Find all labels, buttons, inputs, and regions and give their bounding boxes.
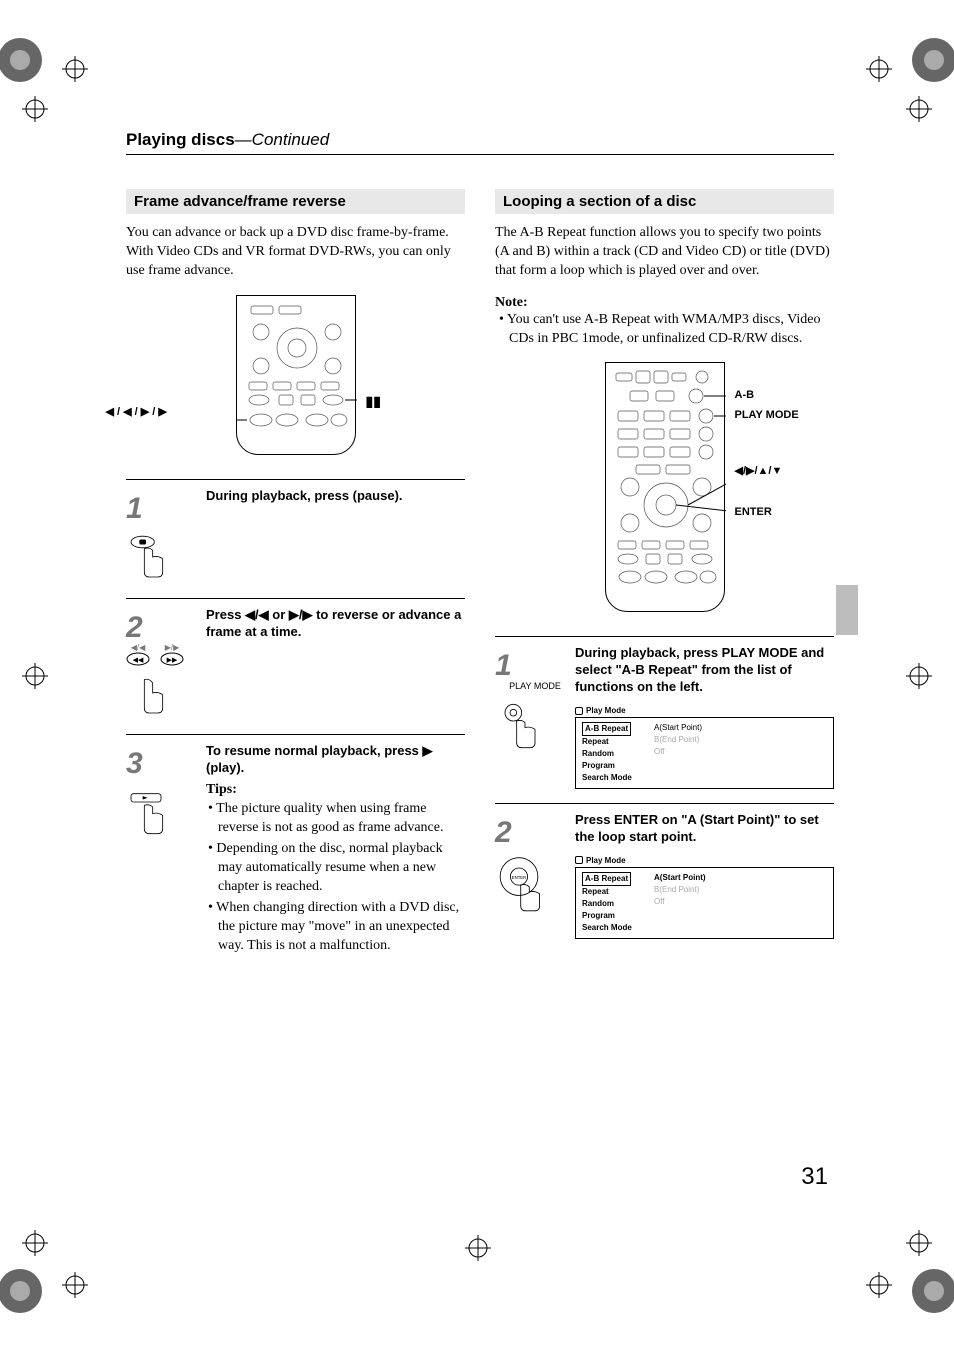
register-mark	[906, 1230, 932, 1256]
step-3: 3 To resume normal playback, press ▶ (pl…	[126, 734, 465, 956]
tips-list: The picture quality when using frame rev…	[206, 800, 465, 955]
tips-label: Tips:	[206, 782, 465, 798]
register-mark	[22, 1230, 48, 1256]
osd-title: Play Mode	[575, 856, 834, 865]
crop-ornament	[0, 30, 50, 90]
section-heading-frame-advance: Frame advance/frame reverse	[126, 189, 465, 214]
step-number: 2	[126, 613, 206, 643]
step-1-right: 1 PLAY MODE During playback, press PLAY …	[495, 636, 834, 789]
page-title: Playing discs—Continued	[126, 130, 834, 155]
crop-ornament	[904, 30, 954, 90]
step-number: 2	[495, 818, 575, 848]
step-1-right-text: During playback, press PLAY MODE and sel…	[575, 645, 834, 696]
osd-panel: Play Mode A-B Repeat Repeat Random Progr…	[575, 706, 834, 789]
hand-press-icon	[495, 701, 545, 751]
hand-press-icon	[126, 787, 176, 837]
hand-press-enter-icon: ENTER	[495, 856, 555, 916]
hand-press-icon	[126, 532, 176, 582]
page-number: 31	[801, 1163, 828, 1191]
osd-left-menu: A-B Repeat Repeat Random Program Search …	[582, 722, 640, 784]
page-content: Playing discs—Continued Frame advance/fr…	[126, 130, 834, 956]
frame-rev-label: ◀/◀	[126, 643, 150, 652]
step-2: 2 ◀/◀ ◀◀ ▶/▶ ▶▶	[126, 598, 465, 720]
remote-diagram	[236, 295, 356, 455]
osd-left-menu: A-B Repeat Repeat Random Program Search …	[582, 872, 640, 934]
callout-frame-buttons: ◀ / ◀ / ▶ / ▶	[106, 405, 167, 418]
svg-text:▶▶: ▶▶	[167, 657, 178, 664]
step-number: 1	[126, 494, 206, 524]
section-tab	[836, 585, 858, 635]
note-bullet: • You can't use A-B Repeat with WMA/MP3 …	[495, 311, 834, 349]
intro-text: The A-B Repeat function allows you to sp…	[495, 224, 834, 281]
remote-figure: A-B PLAY MODE ◀/▶/▲/▼ ENTER	[495, 362, 834, 612]
osd-right-menu: A(Start Point) B(End Point) Off	[654, 722, 827, 784]
tip-item: When changing direction with a DVD disc,…	[218, 899, 465, 956]
remote-figure: ◀ / ◀ / ▶ / ▶	[126, 295, 465, 455]
frame-fwd-label: ▶/▶	[160, 643, 184, 652]
frame-rev-icon: ◀◀	[126, 652, 150, 666]
osd-right-menu: A(Start Point) B(End Point) Off	[654, 872, 827, 934]
left-column: Frame advance/frame reverse You can adva…	[126, 189, 465, 956]
step-number: 3	[126, 749, 206, 779]
osd-title: Play Mode	[575, 706, 834, 715]
page-title-continued: —Continued	[235, 130, 330, 149]
crop-ornament	[904, 1261, 954, 1321]
osd-play-icon	[575, 707, 583, 715]
page-title-text: Playing discs	[126, 130, 235, 149]
crop-ornament	[0, 1261, 50, 1321]
step-2-right-text: Press ENTER on "A (Start Point)" to set …	[575, 812, 834, 846]
frame-fwd-icon: ▶▶	[160, 652, 184, 666]
callout-ab: A-B	[735, 389, 755, 401]
step-2-text: Press ◀/◀ or ▶/▶ to reverse or advance a…	[206, 607, 465, 641]
hand-press-icon	[126, 668, 176, 718]
callout-pause-icon: ▮▮	[366, 393, 381, 410]
tip-item: The picture quality when using frame rev…	[218, 800, 465, 838]
register-mark	[22, 663, 48, 689]
register-mark	[906, 663, 932, 689]
svg-text:◀◀: ◀◀	[133, 657, 144, 664]
callout-enter: ENTER	[735, 506, 772, 518]
tip-item: Depending on the disc, normal playback m…	[218, 840, 465, 897]
remote-diagram	[605, 362, 725, 612]
intro-text: You can advance or back up a DVD disc fr…	[126, 224, 465, 281]
section-heading-looping: Looping a section of a disc	[495, 189, 834, 214]
register-mark	[866, 1272, 892, 1298]
step-2-right: 2 ENTER Press ENTER on "A (Start Point)"…	[495, 803, 834, 939]
register-mark	[906, 96, 932, 122]
osd-play-icon	[575, 856, 583, 864]
svg-text:ENTER: ENTER	[512, 875, 526, 880]
step-1: 1 During playback, press (pause).	[126, 479, 465, 584]
osd-panel: Play Mode A-B Repeat Repeat Random Progr…	[575, 856, 834, 939]
step-3-text: To resume normal playback, press ▶ (play…	[206, 743, 465, 777]
callout-nav: ◀/▶/▲/▼	[735, 464, 783, 477]
right-column: Looping a section of a disc The A-B Repe…	[495, 189, 834, 956]
button-label: PLAY MODE	[495, 681, 575, 691]
step-number: 1	[495, 651, 575, 681]
step-1-text: During playback, press (pause).	[206, 488, 465, 505]
register-mark	[62, 56, 88, 82]
register-mark	[866, 56, 892, 82]
note-label: Note:	[495, 295, 834, 311]
register-mark	[465, 1235, 491, 1261]
register-mark	[62, 1272, 88, 1298]
callout-playmode: PLAY MODE	[735, 409, 799, 421]
register-mark	[22, 96, 48, 122]
